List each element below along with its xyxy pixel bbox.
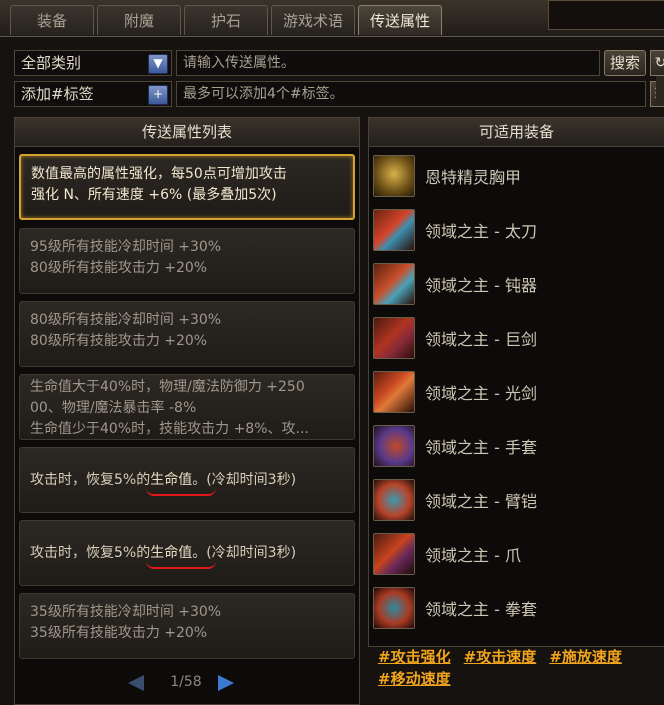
attribute-text: 攻击时，恢复5%的生命值 。(冷却时间3秒): [30, 543, 297, 569]
attribute-line: 00、物理/魔法暴击率 -8%: [30, 400, 197, 416]
tab-game-terms[interactable]: 游戏术语: [271, 5, 355, 35]
plus-icon[interactable]: +: [148, 85, 168, 105]
tag-input[interactable]: 最多可以添加4个#标签。: [176, 81, 646, 107]
equipment-item[interactable]: 领域之主 - 巨剑: [373, 314, 661, 362]
highlight-text: 生命值: [150, 544, 193, 561]
main-dialog: 全部类别 ▼ 请输入传送属性。 搜索 ↻ 添加#标签 + 最多可以添加4个#标签…: [0, 36, 664, 705]
category-select-value: 全部类别: [21, 54, 82, 72]
attribute-item[interactable]: 80级所有技能冷却时间 +30% 80级所有技能攻击力 +20%: [19, 301, 355, 367]
attribute-item[interactable]: 生命值大于40%时，物理/魔法防御力 +250 00、物理/魔法暴击率 -8% …: [19, 374, 355, 440]
tag-input-placeholder: 最多可以添加4个#标签。: [183, 86, 344, 102]
equipment-name: 领域之主 - 光剑: [425, 384, 537, 403]
tag-select-value: 添加#标签: [21, 85, 94, 103]
armor-icon: [373, 155, 415, 197]
equipment-item[interactable]: 领域之主 - 钝器: [373, 260, 661, 308]
knuckle-icon: [373, 587, 415, 629]
attribute-text-suffix: 。(冷却时间3秒): [192, 544, 297, 561]
highlight-life: 生命值: [146, 544, 217, 569]
red-underline-mark: [146, 488, 217, 496]
lightsaber-icon: [373, 371, 415, 413]
red-underline-mark: [146, 561, 217, 569]
equipment-item[interactable]: 领域之主 - 爪: [373, 530, 661, 578]
attribute-line: 95级所有技能冷却时间 +30%: [30, 239, 222, 255]
top-right-frame: [548, 0, 664, 30]
katana-icon: [373, 209, 415, 251]
attribute-list-panel: 传送属性列表 数值最高的属性强化，每50点可增加攻击 强化 N、所有速度 +6%…: [14, 117, 360, 705]
tag-link[interactable]: #施放速度: [549, 646, 622, 668]
gloves-icon: [373, 425, 415, 467]
category-select[interactable]: 全部类别 ▼: [14, 50, 172, 76]
attribute-item-selected[interactable]: 数值最高的属性强化，每50点可增加攻击 强化 N、所有速度 +6% (最多叠加5…: [19, 154, 355, 220]
prev-page-icon[interactable]: [128, 675, 144, 691]
tab-transfer-attributes[interactable]: 传送属性: [358, 5, 442, 35]
highlight-life: 生命值: [146, 471, 217, 496]
equipment-item[interactable]: 领域之主 - 手套: [373, 422, 661, 470]
equipment-item[interactable]: 领域之主 - 拳套: [373, 584, 661, 632]
greatsword-icon: [373, 317, 415, 359]
equipment-item[interactable]: 领域之主 - 光剑: [373, 368, 661, 416]
attribute-line: 生命值大于40%时，物理/魔法防御力 +250: [30, 379, 305, 395]
attribute-text-prefix: 攻击时，恢复5%的: [30, 544, 151, 561]
equipment-name: 领域之主 - 拳套: [425, 600, 537, 619]
equipment-name: 领域之主 - 爪: [425, 546, 521, 565]
tab-bar: 装备 附魔 护石 游戏术语 传送属性: [10, 5, 442, 35]
tab-equipment[interactable]: 装备: [10, 5, 94, 35]
tab-enchant[interactable]: 附魔: [97, 5, 181, 35]
equipment-item[interactable]: 恩特精灵胸甲: [373, 152, 661, 200]
equipment-name: 领域之主 - 巨剑: [425, 330, 537, 349]
attribute-line: 80级所有技能攻击力 +20%: [30, 260, 208, 276]
attribute-line: 强化 N、所有速度 +6% (最多叠加5次): [31, 187, 277, 203]
attribute-text: 攻击时，恢复5%的生命值 。(冷却时间3秒): [30, 470, 297, 496]
attribute-text-suffix: 。(冷却时间3秒): [192, 471, 297, 488]
equipment-name: 领域之主 - 太刀: [425, 222, 537, 241]
attribute-line: 35级所有技能攻击力 +20%: [30, 625, 208, 641]
tag-link[interactable]: #攻击速度: [464, 646, 537, 668]
equipment-name: 领域之主 - 臂铠: [425, 492, 537, 511]
next-page-icon[interactable]: [218, 675, 234, 691]
reset-icon[interactable]: ↻: [650, 50, 664, 76]
equipment-item[interactable]: 领域之主 - 臂铠: [373, 476, 661, 524]
scrollbar[interactable]: [656, 76, 664, 104]
attribute-item[interactable]: 35级所有技能冷却时间 +30% 35级所有技能攻击力 +20%: [19, 593, 355, 659]
page-number: 1/58: [170, 674, 202, 690]
tag-link[interactable]: #攻击强化: [378, 646, 451, 668]
tag-link[interactable]: #移动速度: [378, 668, 451, 690]
blunt-weapon-icon: [373, 263, 415, 305]
tab-amulet[interactable]: 护石: [184, 5, 268, 35]
equipment-name: 恩特精灵胸甲: [425, 168, 522, 187]
applicable-equipment-panel: 可适用装备 恩特精灵胸甲 领域之主 - 太刀 领域之主 - 钝器 领域之主 - …: [368, 117, 664, 647]
applicable-equipment-title: 可适用装备: [369, 118, 664, 147]
equipment-item[interactable]: 领域之主 - 太刀: [373, 206, 661, 254]
attribute-search-placeholder: 请输入传送属性。: [183, 55, 295, 71]
attribute-text-prefix: 攻击时，恢复5%的: [30, 471, 151, 488]
pagination: 1/58: [120, 672, 240, 694]
attribute-line: 生命值少于40%时，技能攻击力 +8%、攻...: [30, 421, 309, 437]
attribute-line: 80级所有技能攻击力 +20%: [30, 333, 208, 349]
attribute-search-input[interactable]: 请输入传送属性。: [176, 50, 600, 76]
attribute-item[interactable]: 攻击时，恢复5%的生命值 。(冷却时间3秒): [19, 447, 355, 513]
equipment-name: 领域之主 - 手套: [425, 438, 537, 457]
equipment-name: 领域之主 - 钝器: [425, 276, 537, 295]
claw-icon: [373, 533, 415, 575]
highlight-text: 生命值: [150, 471, 193, 488]
gauntlet-icon: [373, 479, 415, 521]
search-button[interactable]: 搜索: [604, 50, 646, 76]
tag-list: #攻击强化 #攻击速度 #施放速度 #移动速度: [378, 646, 658, 690]
attribute-line: 80级所有技能冷却时间 +30%: [30, 312, 222, 328]
attribute-item[interactable]: 95级所有技能冷却时间 +30% 80级所有技能攻击力 +20%: [19, 228, 355, 294]
attribute-line: 35级所有技能冷却时间 +30%: [30, 604, 222, 620]
dropdown-arrow-icon[interactable]: ▼: [148, 54, 168, 74]
attribute-item[interactable]: 攻击时，恢复5%的生命值 。(冷却时间3秒): [19, 520, 355, 586]
attribute-list-title: 传送属性列表: [15, 118, 359, 147]
tag-select[interactable]: 添加#标签 +: [14, 81, 172, 107]
attribute-line: 数值最高的属性强化，每50点可增加攻击: [31, 166, 287, 182]
